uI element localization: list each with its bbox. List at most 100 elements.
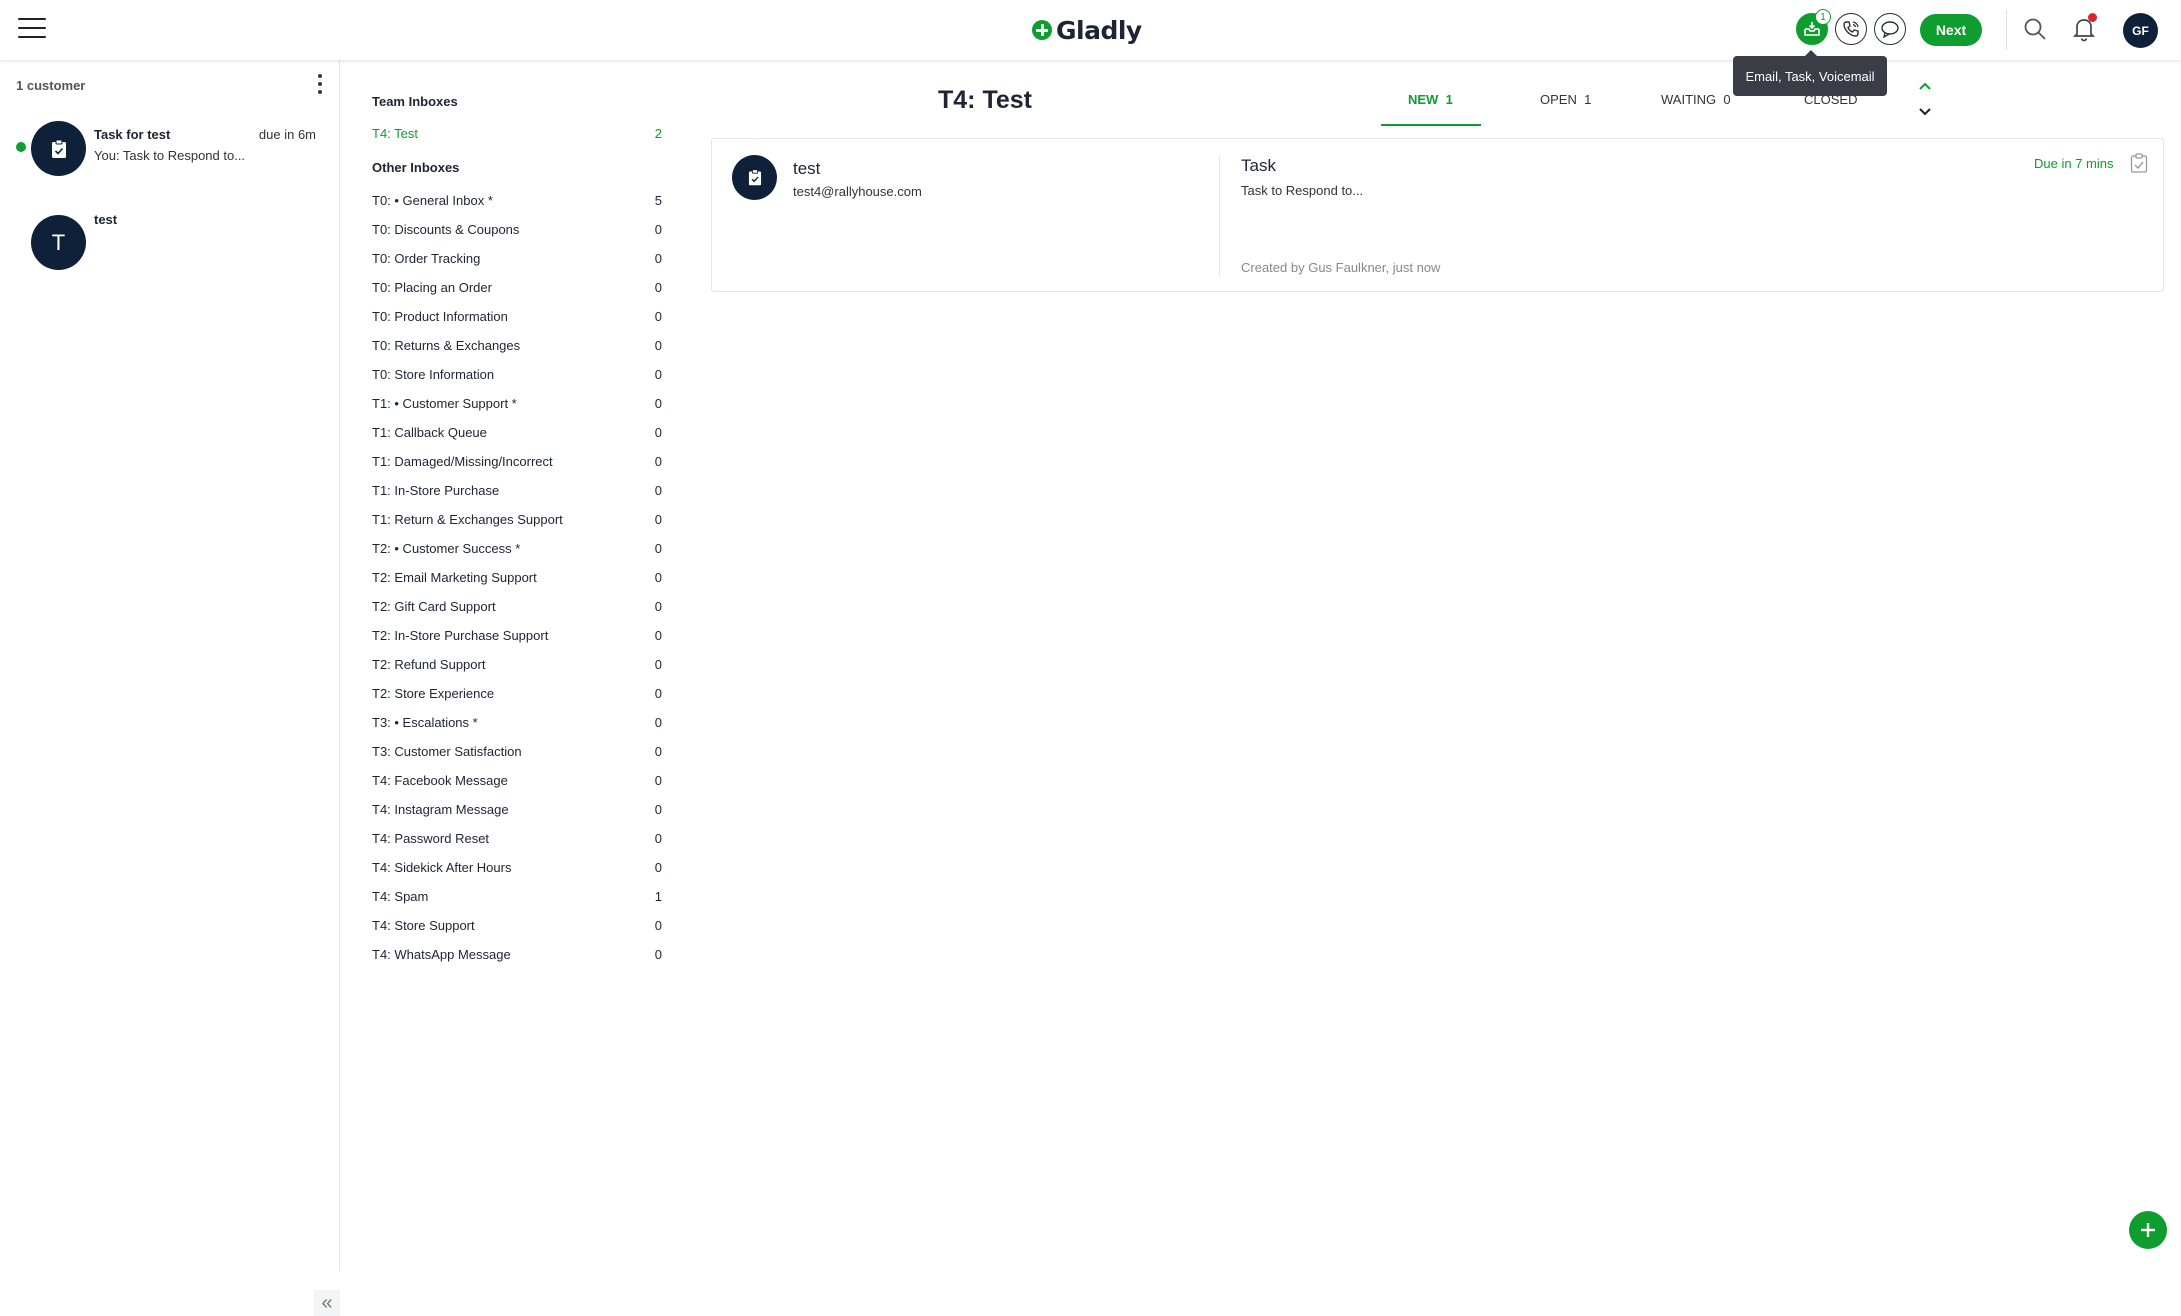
inbox-name: T0: Placing an Order bbox=[372, 280, 492, 295]
inbox-item[interactable]: T2: Email Marketing Support 0 bbox=[372, 570, 662, 590]
inbox-item[interactable]: T1: In-Store Purchase 0 bbox=[372, 483, 662, 503]
inbox-item[interactable]: T1: Damaged/Missing/Incorrect 0 bbox=[372, 454, 662, 474]
tab-label: WAITING bbox=[1661, 92, 1717, 107]
inbox-item[interactable]: T4: Instagram Message 0 bbox=[372, 802, 662, 822]
inbox-item[interactable]: T0: Placing an Order 0 bbox=[372, 280, 662, 300]
chat-icon[interactable] bbox=[1874, 13, 1906, 45]
inbox-count: 0 bbox=[654, 744, 662, 759]
inbox-name: T4: Password Reset bbox=[372, 831, 490, 846]
inbox-count: 0 bbox=[654, 686, 662, 701]
inbox-count: 0 bbox=[654, 715, 662, 730]
tab-count: 0 bbox=[1723, 92, 1731, 107]
tab-label: OPEN bbox=[1540, 92, 1577, 107]
collapse-panel-icon[interactable]: « bbox=[314, 1290, 340, 1316]
conversation-card[interactable]: test test4@rallyhouse.com Task Task to R… bbox=[711, 138, 2164, 292]
inbox-item[interactable]: T0: Product Information 0 bbox=[372, 309, 662, 329]
inbox-item[interactable]: T4: Facebook Message 0 bbox=[372, 773, 662, 793]
inbox-count: 0 bbox=[654, 628, 662, 643]
inbox-item[interactable]: T2: • Customer Success * 0 bbox=[372, 541, 662, 561]
customer-due: due in 6m bbox=[258, 127, 316, 142]
inbox-item[interactable]: T2: Store Experience 0 bbox=[372, 686, 662, 706]
menu-icon[interactable] bbox=[18, 18, 46, 42]
search-icon[interactable] bbox=[2022, 16, 2048, 42]
tab-waiting[interactable]: WAITING 0 bbox=[1661, 92, 1731, 107]
customer-count: 1 customer bbox=[16, 78, 86, 93]
inbox-name: T1: In-Store Purchase bbox=[372, 483, 500, 498]
other-inboxes-heading: Other Inboxes bbox=[372, 160, 460, 175]
inbox-item[interactable]: T4: WhatsApp Message 0 bbox=[372, 947, 662, 967]
inbox-icon[interactable]: 1 bbox=[1796, 9, 1831, 45]
next-button[interactable]: Next bbox=[1920, 14, 1982, 46]
card-divider bbox=[1219, 155, 1220, 277]
inbox-item[interactable]: T3: Customer Satisfaction 0 bbox=[372, 744, 662, 764]
chevron-up-icon[interactable] bbox=[1917, 80, 1933, 92]
inbox-item[interactable]: T1: Callback Queue 0 bbox=[372, 425, 662, 445]
inbox-name: T2: • Customer Success * bbox=[372, 541, 521, 556]
notification-dot bbox=[2088, 13, 2097, 22]
add-button[interactable] bbox=[2129, 1211, 2167, 1249]
customer-item[interactable]: T test bbox=[0, 212, 339, 292]
inbox-count: 0 bbox=[654, 483, 662, 498]
customer-avatar: T bbox=[31, 215, 86, 270]
inbox-item[interactable]: T4: Spam 1 bbox=[372, 889, 662, 909]
inbox-item[interactable]: T2: In-Store Purchase Support 0 bbox=[372, 628, 662, 648]
inbox-count: 0 bbox=[654, 773, 662, 788]
phone-glyph bbox=[1843, 21, 1859, 37]
inbox-item[interactable]: T4: Store Support 0 bbox=[372, 918, 662, 938]
tab-new[interactable]: NEW 1 bbox=[1408, 92, 1453, 107]
inbox-item[interactable]: T3: • Escalations * 0 bbox=[372, 715, 662, 735]
customer-item[interactable]: Task for test due in 6m You: Task to Res… bbox=[0, 120, 339, 200]
inbox-item[interactable]: T4: Password Reset 0 bbox=[372, 831, 662, 851]
inbox-item[interactable]: T0: Returns & Exchanges 0 bbox=[372, 338, 662, 358]
inbox-name: T1: Return & Exchanges Support bbox=[372, 512, 563, 527]
inbox-name: T4: Spam bbox=[372, 889, 429, 904]
inbox-name: T2: Store Experience bbox=[372, 686, 495, 701]
task-due: Due in 7 mins bbox=[2034, 156, 2114, 171]
inbox-count: 0 bbox=[654, 425, 662, 440]
inbox-count: 1 bbox=[654, 889, 662, 904]
inbox-item[interactable]: T4: Sidekick After Hours 0 bbox=[372, 860, 662, 880]
inbox-name: T2: In-Store Purchase Support bbox=[372, 628, 549, 643]
inbox-name: T0: Discounts & Coupons bbox=[372, 222, 520, 237]
inbox-name: T3: • Escalations * bbox=[372, 715, 478, 730]
inbox-name: T1: Callback Queue bbox=[372, 425, 487, 440]
inbox-item[interactable]: T1: Return & Exchanges Support 0 bbox=[372, 512, 662, 532]
inbox-item[interactable]: T2: Refund Support 0 bbox=[372, 657, 662, 677]
logo: Gladly bbox=[1032, 14, 1142, 46]
inbox-name: T4: Instagram Message bbox=[372, 802, 509, 817]
inbox-name: T1: Damaged/Missing/Incorrect bbox=[372, 454, 553, 469]
inbox-count: 0 bbox=[654, 280, 662, 295]
plus-icon bbox=[2141, 1223, 2155, 1237]
inbox-item[interactable]: T0: • General Inbox * 5 bbox=[372, 193, 662, 213]
tab-count: 1 bbox=[1584, 92, 1592, 107]
inbox-name: T4: Test bbox=[372, 126, 419, 141]
tab-open[interactable]: OPEN 1 bbox=[1540, 92, 1591, 107]
task-checklist-icon bbox=[2130, 153, 2148, 173]
inbox-name: T4: Facebook Message bbox=[372, 773, 508, 788]
inbox-item[interactable]: T1: • Customer Support * 0 bbox=[372, 396, 662, 416]
inbox-count: 0 bbox=[654, 251, 662, 266]
conversation-customer-name: test bbox=[793, 159, 821, 178]
inbox-count: 2 bbox=[654, 126, 662, 141]
phone-icon[interactable] bbox=[1835, 13, 1867, 45]
inbox-name: T0: Store Information bbox=[372, 367, 495, 382]
chevron-down-icon[interactable] bbox=[1917, 106, 1933, 118]
inbox-name: T2: Email Marketing Support bbox=[372, 570, 537, 585]
task-title: Task bbox=[1241, 156, 1276, 175]
inbox-item[interactable]: T2: Gift Card Support 0 bbox=[372, 599, 662, 619]
inbox-item[interactable]: T0: Store Information 0 bbox=[372, 367, 662, 387]
inbox-count: 0 bbox=[654, 512, 662, 527]
more-options-icon[interactable] bbox=[316, 74, 324, 96]
inbox-count: 0 bbox=[654, 831, 662, 846]
inbox-item[interactable]: T0: Discounts & Coupons 0 bbox=[372, 222, 662, 242]
inbox-name: T4: WhatsApp Message bbox=[372, 947, 511, 962]
tab-count: 1 bbox=[1445, 92, 1453, 107]
inbox-item[interactable]: T0: Order Tracking 0 bbox=[372, 251, 662, 271]
inbox-count: 0 bbox=[654, 570, 662, 585]
inbox-name: T0: • General Inbox * bbox=[372, 193, 493, 208]
user-avatar[interactable]: GF bbox=[2123, 13, 2158, 48]
inbox-count: 0 bbox=[654, 947, 662, 962]
inbox-count: 0 bbox=[654, 454, 662, 469]
inbox-item-t4-test[interactable]: T4: Test 2 bbox=[372, 126, 662, 146]
inbox-name: T0: Returns & Exchanges bbox=[372, 338, 521, 353]
